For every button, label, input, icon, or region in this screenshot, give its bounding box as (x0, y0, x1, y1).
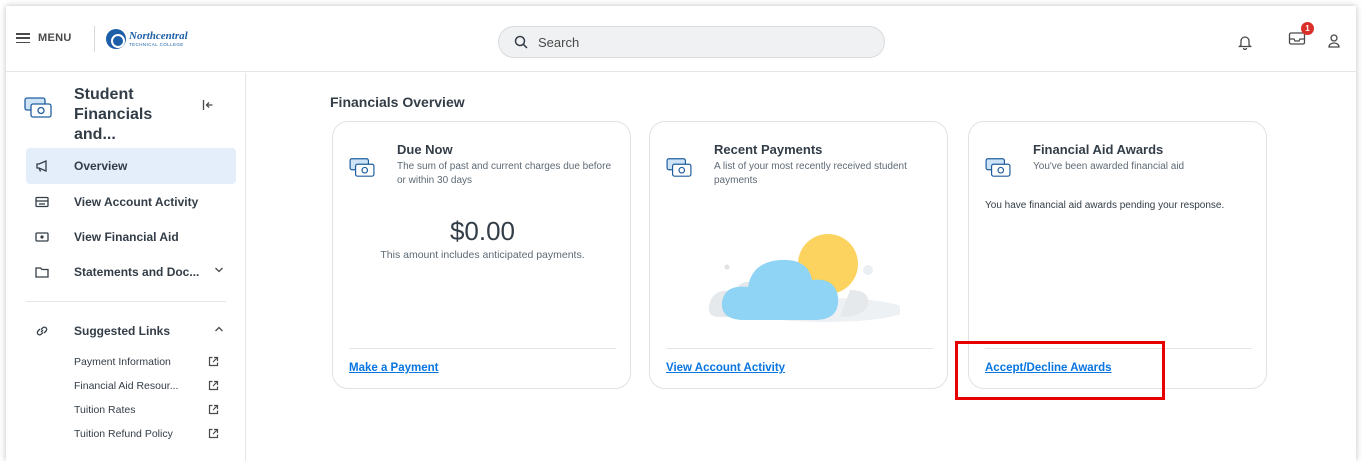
amount-due: $0.00 (449, 216, 516, 246)
card-divider (985, 348, 1252, 349)
statement-icon (32, 196, 52, 208)
logo-name: Northcentral (129, 29, 188, 42)
menu-label: MENU (38, 32, 72, 44)
amount-note: This amount includes anticipated payment… (380, 249, 585, 261)
topbar-divider (94, 26, 95, 52)
financials-icon (349, 158, 375, 177)
financial-aid-awards-card: Financial Aid Awards You've been awarded… (968, 121, 1267, 389)
suggested-link-payment-information[interactable]: Payment Information (74, 351, 234, 373)
card-title: Recent Payments (714, 142, 823, 157)
suggested-links-toggle[interactable]: Suggested Links (26, 313, 236, 349)
bell-icon[interactable] (1238, 34, 1252, 50)
sidebar-item-view-account-activity[interactable]: View Account Activity (26, 184, 236, 220)
search-bar[interactable] (498, 26, 885, 58)
card-subtitle: You've been awarded financial aid (1033, 161, 1185, 172)
card-subtitle: The sum of past and current charges due … (397, 161, 612, 186)
sidebar-item-view-financial-aid[interactable]: View Financial Aid (26, 219, 236, 255)
search-input[interactable] (538, 34, 858, 50)
megaphone-icon (32, 159, 52, 173)
financials-icon (985, 158, 1011, 177)
recent-payments-card: Recent Payments A list of your most rece… (649, 121, 948, 389)
view-account-activity-link[interactable]: View Account Activity (666, 362, 785, 374)
card-title: Financial Aid Awards (1033, 142, 1164, 157)
sidebar-item-statements-and-documents[interactable]: Statements and Doc... (26, 254, 236, 290)
page-title: Financials Overview (330, 94, 465, 110)
suggested-links-label: Suggested Links (74, 324, 171, 338)
suggested-link-label: Financial Aid Resour... (74, 380, 179, 392)
card-divider (666, 348, 933, 349)
sidebar-item-label: View Account Activity (74, 195, 199, 209)
sidebar-divider (26, 301, 226, 302)
suggested-link-financial-aid-resources[interactable]: Financial Aid Resour... (74, 375, 234, 397)
sidebar: Student Financials and... Overview View … (6, 73, 246, 461)
external-link-icon (208, 428, 219, 439)
card-subtitle: A list of your most recently received st… (714, 161, 907, 186)
external-link-icon (208, 380, 219, 391)
chevron-up-icon (215, 326, 223, 332)
app-frame: MENU Northcentral TECHNICAL COLLEGE 1 (6, 6, 1356, 461)
suggested-link-label: Tuition Rates (74, 404, 136, 416)
suggested-link-label: Tuition Refund Policy (74, 428, 173, 440)
financials-icon (666, 158, 692, 177)
due-now-card: Due Now The sum of past and current char… (332, 121, 631, 389)
sidebar-header: Student Financials and... (16, 83, 236, 143)
folder-icon (32, 266, 52, 278)
chevron-down-icon (215, 267, 223, 273)
profile-icon[interactable] (1328, 34, 1340, 48)
financials-icon (24, 97, 52, 118)
logo-mark-icon (106, 29, 126, 49)
sidebar-item-label: View Financial Aid (74, 230, 179, 244)
logo-subname: TECHNICAL COLLEGE (129, 41, 184, 47)
sun-cloud-illustration (708, 234, 900, 322)
suggested-link-tuition-refund-policy[interactable]: Tuition Refund Policy (74, 423, 234, 445)
notification-badge: 1 (1301, 22, 1314, 35)
accept-decline-awards-link[interactable]: Accept/Decline Awards (985, 362, 1112, 374)
link-icon (32, 324, 52, 338)
menu-button[interactable]: MENU (16, 32, 72, 44)
money-icon (32, 231, 52, 243)
sidebar-item-overview[interactable]: Overview (26, 148, 236, 184)
search-icon (514, 35, 528, 49)
external-link-icon (208, 404, 219, 415)
sidebar-item-label: Statements and Doc... (74, 265, 200, 279)
card-divider (349, 348, 616, 349)
top-bar: MENU Northcentral TECHNICAL COLLEGE 1 (6, 6, 1356, 72)
sidebar-item-label: Overview (74, 159, 128, 173)
financial-aid-message: You have financial aid awards pending yo… (985, 200, 1225, 211)
collapse-sidebar-icon[interactable] (202, 99, 214, 111)
college-logo[interactable]: Northcentral TECHNICAL COLLEGE (106, 28, 196, 50)
card-title: Due Now (397, 142, 453, 157)
suggested-link-label: Payment Information (74, 356, 171, 368)
make-a-payment-link[interactable]: Make a Payment (349, 362, 439, 374)
sidebar-title: Student Financials and... (74, 86, 153, 143)
external-link-icon (208, 356, 219, 367)
hamburger-icon (16, 33, 30, 43)
suggested-link-tuition-rates[interactable]: Tuition Rates (74, 399, 234, 421)
